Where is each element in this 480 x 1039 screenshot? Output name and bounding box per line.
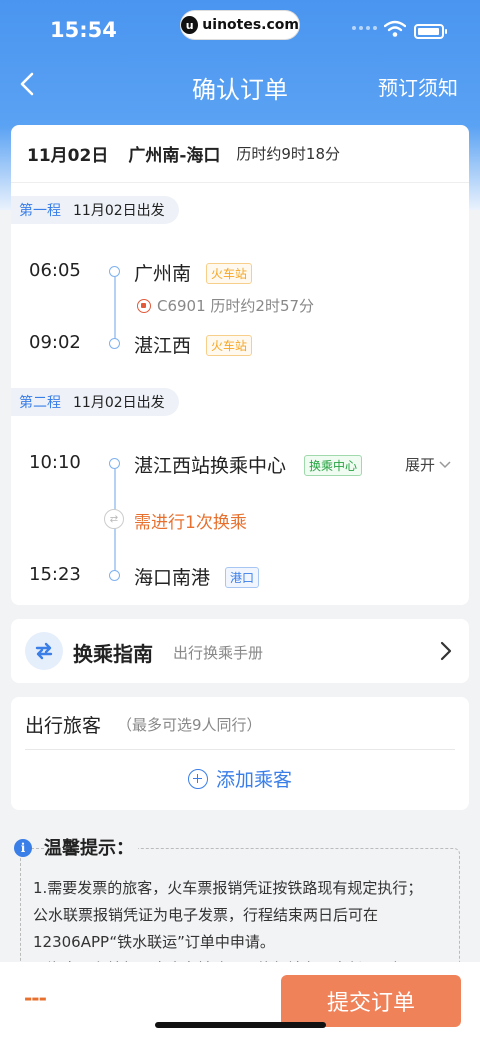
transfer-center-badge: 换乘中心 xyxy=(304,455,363,476)
trip-summary: 11月02日 广州南-海口 历时约9时18分 xyxy=(11,125,469,183)
leg-date: 11月02日出发 xyxy=(73,395,165,411)
arrive-station: 海口南港 xyxy=(134,567,211,589)
train-info: C6901 历时约2时57分 xyxy=(137,295,314,316)
chevron-right-icon xyxy=(440,641,452,661)
transfer-arrows-icon xyxy=(25,632,63,670)
tip-line: 公水联票报销凭证为电子发票，行程结束两日后可在 xyxy=(33,906,379,924)
leg-tag-first: 第一程 11月02日出发 xyxy=(11,196,179,224)
depart-time: 10:10 xyxy=(29,452,81,473)
transfer-icon: ⇄ xyxy=(104,509,124,529)
arrive-station: 湛江西 xyxy=(134,335,192,357)
trip-route: 广州南-海口 xyxy=(128,146,221,166)
home-indicator xyxy=(155,1022,326,1028)
booking-notice-link[interactable]: 预订须知 xyxy=(378,72,458,101)
plus-circle-icon xyxy=(187,768,208,789)
port-badge: 港口 xyxy=(225,567,260,588)
tip-line: 12306APP“铁水联运”订单中申请。 xyxy=(33,933,275,951)
train-number-duration: C6901 历时约2时57分 xyxy=(157,297,315,315)
train-icon xyxy=(137,298,151,313)
add-passenger-button[interactable]: 添加乘客 xyxy=(11,765,469,792)
timeline-dot xyxy=(109,338,120,349)
leg-date: 11月02日出发 xyxy=(73,203,165,219)
trip-duration: 历时约9时18分 xyxy=(236,145,341,163)
timeline-dot xyxy=(109,266,120,277)
submit-order-button[interactable]: 提交订单 xyxy=(281,975,461,1027)
watermark-text: uinotes.com xyxy=(202,17,299,33)
leg-label: 第一程 xyxy=(19,203,61,219)
passenger-card: 出行旅客 （最多可选9人同行） 添加乘客 xyxy=(11,697,469,810)
arrive-time: 09:02 xyxy=(29,332,81,353)
total-price: --- xyxy=(24,986,47,1010)
watermark-logo-icon: u xyxy=(181,16,199,34)
expand-label: 展开 xyxy=(404,456,435,474)
passenger-limit-hint: （最多可选9人同行） xyxy=(117,716,262,734)
leg-tag-second: 第二程 11月02日出发 xyxy=(11,388,179,416)
timeline-line xyxy=(114,277,116,343)
expand-toggle[interactable]: 展开 xyxy=(405,454,451,475)
station-type-badge: 火车站 xyxy=(206,335,253,356)
depart-station: 广州南 xyxy=(134,263,192,285)
depart-station: 湛江西站换乘中心 xyxy=(134,455,287,477)
trip-date: 11月02日 xyxy=(27,146,109,166)
battery-icon xyxy=(414,24,447,39)
depart-time: 06:05 xyxy=(29,260,81,281)
arrive-time: 15:23 xyxy=(29,564,81,585)
passenger-section-title: 出行旅客 xyxy=(25,715,102,737)
tip-line: 1.需要发票的旅客，火车票报销凭证按铁路现有规定执行； xyxy=(33,879,423,897)
info-icon: i xyxy=(14,839,32,857)
tips-title: 温馨提示： xyxy=(44,834,138,860)
guide-title: 换乘指南 xyxy=(73,642,153,666)
status-time: 15:54 xyxy=(50,18,117,42)
leg-label: 第二程 xyxy=(19,395,61,411)
wifi-icon xyxy=(384,20,406,37)
cellular-signal-icon xyxy=(352,26,377,30)
timeline-dot xyxy=(109,570,120,581)
guide-subtitle: 出行换乘手册 xyxy=(173,644,264,662)
transfer-note: 需进行1次换乘 xyxy=(134,513,247,533)
add-passenger-label: 添加乘客 xyxy=(215,769,292,791)
status-bar: 15:54 u uinotes.com xyxy=(0,0,480,62)
navigation-bar: 确认订单 预订须知 xyxy=(0,62,480,110)
station-type-badge: 火车站 xyxy=(206,263,253,284)
trip-card: 11月02日 广州南-海口 历时约9时18分 第一程 11月02日出发 06:0… xyxy=(11,125,469,605)
chevron-down-icon xyxy=(439,460,451,468)
divider xyxy=(25,749,455,750)
watermark-badge: u uinotes.com xyxy=(180,10,300,40)
timeline-dot xyxy=(109,458,120,469)
transfer-guide-card[interactable]: 换乘指南 出行换乘手册 xyxy=(11,619,469,683)
